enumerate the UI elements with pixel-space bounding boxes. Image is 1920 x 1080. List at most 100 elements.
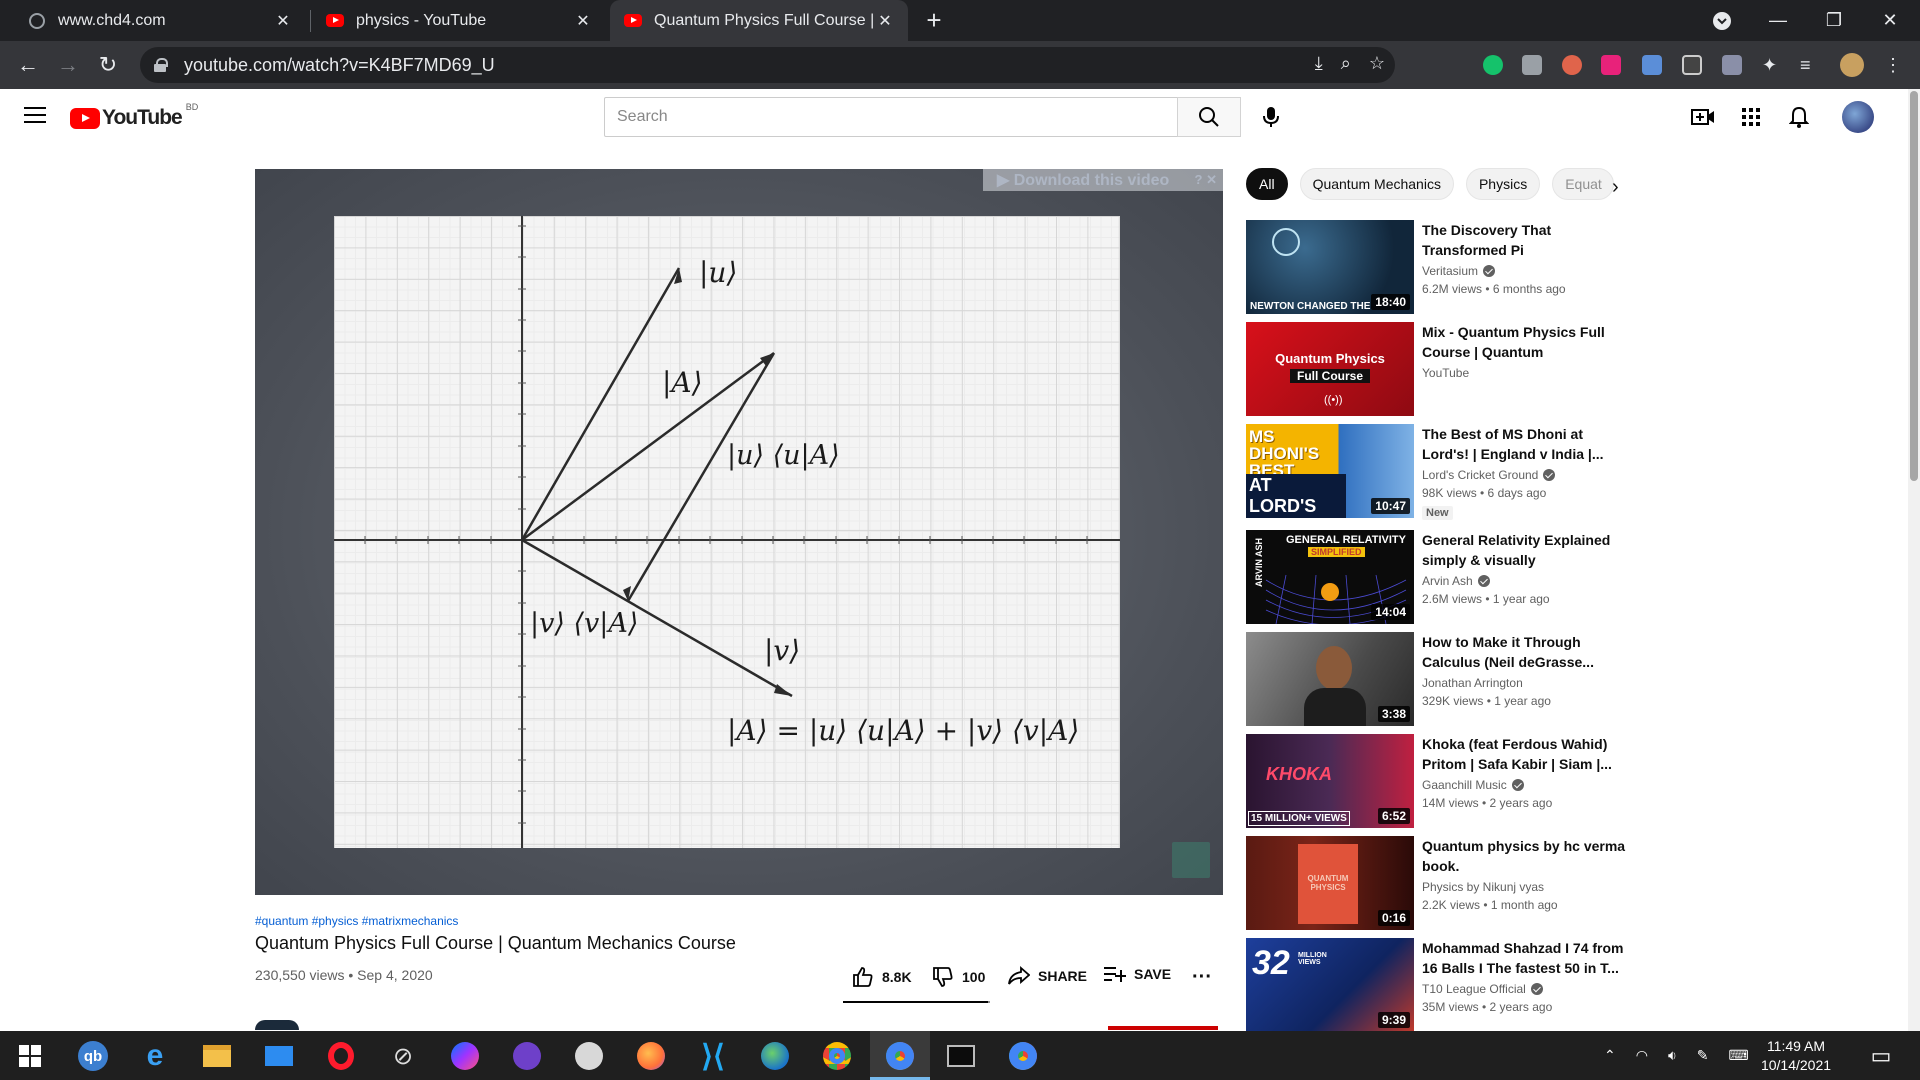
list-item[interactable]: QUANTUM PHYSICS 0:16 Quantum physics by …: [1246, 836, 1626, 930]
wifi-icon[interactable]: ◠: [1636, 1047, 1648, 1064]
video-thumbnail[interactable]: Quantum Physics Full Course ((•)): [1246, 322, 1414, 416]
apps-grid-icon[interactable]: [1735, 101, 1767, 133]
mail-icon[interactable]: [262, 1039, 296, 1073]
file-explorer-icon[interactable]: [200, 1039, 234, 1073]
grammarly-extension-icon[interactable]: [1483, 55, 1503, 75]
bookmark-star-icon[interactable]: ☆: [1369, 53, 1385, 74]
list-item[interactable]: KHOKA 15 MILLION+ VIEWS 6:52 Khoka (feat…: [1246, 734, 1626, 828]
rec-title[interactable]: General Relativity Explained simply & vi…: [1422, 530, 1626, 570]
page-scrollbar[interactable]: [1908, 89, 1920, 1031]
windows-start-icon[interactable]: [13, 1039, 47, 1073]
close-icon[interactable]: ✕: [274, 11, 292, 31]
back-arrow-icon[interactable]: ←: [12, 49, 44, 81]
close-icon[interactable]: ? ✕: [1195, 172, 1217, 188]
rec-title[interactable]: The Best of MS Dhoni at Lord's! | Englan…: [1422, 424, 1626, 464]
list-item[interactable]: MS DHONI'S BEST MOMENTS AT LORD'S 10:47 …: [1246, 424, 1626, 534]
minimize-button[interactable]: —: [1750, 0, 1806, 41]
list-item[interactable]: 3:38 How to Make it Through Calculus (Ne…: [1246, 632, 1626, 726]
rec-channel[interactable]: Lord's Cricket Ground: [1422, 468, 1556, 482]
share-button[interactable]: SHARE: [1008, 966, 1087, 986]
vscode-icon[interactable]: ⟩⟨: [696, 1039, 730, 1073]
qbittorrent-icon[interactable]: qb: [76, 1039, 110, 1073]
address-bar[interactable]: youtube.com/watch?v=K4BF7MD69_U ⤓ ⌕ ☆: [140, 47, 1395, 83]
opera-icon[interactable]: [324, 1039, 358, 1073]
notification-center-icon[interactable]: ▭: [1864, 1039, 1898, 1073]
chrome-menu-icon[interactable]: ⋮: [1884, 55, 1904, 75]
reading-list-icon[interactable]: ≡: [1800, 55, 1820, 75]
user-avatar[interactable]: [1842, 101, 1874, 133]
install-icon[interactable]: ⤓: [1315, 53, 1323, 74]
scrollbar-thumb[interactable]: [1910, 91, 1918, 481]
chevron-right-icon[interactable]: ›: [1612, 176, 1619, 199]
download-video-banner[interactable]: ▶ Download this video ? ✕: [983, 169, 1223, 191]
chrome-icon[interactable]: [1006, 1039, 1040, 1073]
voice-search-button[interactable]: [1251, 97, 1291, 137]
chrome-icon[interactable]: [870, 1031, 930, 1080]
rec-channel[interactable]: Physics by Nikunj vyas: [1422, 880, 1544, 894]
rec-channel[interactable]: YouTube: [1422, 366, 1469, 380]
tab-physics-youtube[interactable]: physics - YouTube ✕: [312, 0, 606, 41]
save-button[interactable]: SAVE: [1104, 966, 1171, 982]
earth-icon[interactable]: [758, 1039, 792, 1073]
pen-extension-icon[interactable]: [1722, 55, 1742, 75]
rec-title[interactable]: Khoka (feat Ferdous Wahid) Pritom | Safa…: [1422, 734, 1626, 774]
video-thumbnail[interactable]: ARVIN ASH GENERAL RELATIVITY SIMPLIFIED …: [1246, 530, 1414, 624]
app-icon[interactable]: [572, 1039, 606, 1073]
messenger-icon[interactable]: [448, 1039, 482, 1073]
profile-avatar-icon[interactable]: [1840, 53, 1864, 77]
close-icon[interactable]: ✕: [574, 11, 592, 31]
more-actions-icon[interactable]: ···: [1192, 966, 1212, 989]
taskbar-clock[interactable]: 11:49 AM 10/14/2021: [1746, 1037, 1846, 1075]
chrome-icon[interactable]: [820, 1039, 854, 1073]
rec-channel[interactable]: Arvin Ash: [1422, 574, 1490, 588]
video-thumbnail[interactable]: MS DHONI'S BEST MOMENTS AT LORD'S 10:47: [1246, 424, 1414, 518]
tab-chd4[interactable]: www.chd4.com ✕: [14, 0, 306, 41]
new-tab-button[interactable]: +: [906, 0, 962, 41]
video-thumbnail[interactable]: KHOKA 15 MILLION+ VIEWS 6:52: [1246, 734, 1414, 828]
like-button[interactable]: 8.8K: [852, 966, 912, 988]
create-video-icon[interactable]: [1687, 101, 1719, 133]
edge-icon[interactable]: e: [138, 1039, 172, 1073]
tab-quantum-physics[interactable]: Quantum Physics Full Course | Qu ✕: [610, 0, 908, 41]
terminal-icon[interactable]: [944, 1039, 978, 1073]
channel-watermark[interactable]: [1172, 842, 1210, 878]
search-button[interactable]: [1177, 97, 1241, 137]
puzzle-extensions-icon[interactable]: ✦: [1762, 55, 1782, 75]
pen-icon[interactable]: ✎: [1697, 1047, 1709, 1064]
video-thumbnail[interactable]: 3:38: [1246, 632, 1414, 726]
list-item[interactable]: 32 MILLION VIEWS 9:39 Mohammad Shahzad I…: [1246, 938, 1626, 1032]
list-item[interactable]: NEWTON CHANGED THE 18:40 The Discovery T…: [1246, 220, 1626, 314]
rec-title[interactable]: How to Make it Through Calculus (Neil de…: [1422, 632, 1626, 672]
dislike-button[interactable]: 100: [932, 966, 985, 988]
maximize-button[interactable]: ❐: [1806, 0, 1862, 41]
camera-extension-icon[interactable]: [1522, 55, 1542, 75]
tab-search-button[interactable]: [1694, 0, 1750, 41]
close-window-button[interactable]: ✕: [1862, 0, 1918, 41]
github-icon[interactable]: [510, 1039, 544, 1073]
chevron-up-icon[interactable]: ⌃: [1604, 1047, 1616, 1064]
download-extension-icon[interactable]: [1642, 55, 1662, 75]
forward-arrow-icon[interactable]: →: [52, 49, 84, 81]
youtube-logo[interactable]: YouTube BD: [70, 102, 198, 130]
chip-equations[interactable]: Equat: [1552, 168, 1615, 200]
extension-icon[interactable]: [1562, 55, 1582, 75]
close-icon[interactable]: ✕: [876, 11, 894, 31]
rec-channel[interactable]: Jonathan Arrington: [1422, 676, 1523, 690]
volume-icon[interactable]: 🔉︎: [1668, 1047, 1677, 1064]
firefox-icon[interactable]: [634, 1039, 668, 1073]
chip-quantum-mechanics[interactable]: Quantum Mechanics: [1299, 168, 1454, 200]
rec-channel[interactable]: Veritasium: [1422, 264, 1496, 278]
subscribe-button[interactable]: [1108, 1026, 1218, 1030]
menu-icon[interactable]: [24, 107, 46, 125]
video-player[interactable]: |u⟩ |A⟩ |u⟩ ⟨u|A⟩ |v⟩ ⟨v|A⟩ |v⟩ |A⟩ = |u…: [255, 169, 1223, 895]
rec-title[interactable]: Mix - Quantum Physics Full Course | Quan…: [1422, 322, 1626, 362]
video-thumbnail[interactable]: 32 MILLION VIEWS 9:39: [1246, 938, 1414, 1032]
list-item[interactable]: ARVIN ASH GENERAL RELATIVITY SIMPLIFIED …: [1246, 530, 1626, 624]
satellite-icon[interactable]: ⊘: [386, 1039, 420, 1073]
search-input[interactable]: [617, 108, 1177, 126]
extension-icon[interactable]: [1682, 55, 1702, 75]
zoom-icon[interactable]: ⌕: [1341, 53, 1351, 74]
video-thumbnail[interactable]: QUANTUM PHYSICS 0:16: [1246, 836, 1414, 930]
rec-channel[interactable]: T10 League Official: [1422, 982, 1543, 996]
video-thumbnail[interactable]: NEWTON CHANGED THE 18:40: [1246, 220, 1414, 314]
